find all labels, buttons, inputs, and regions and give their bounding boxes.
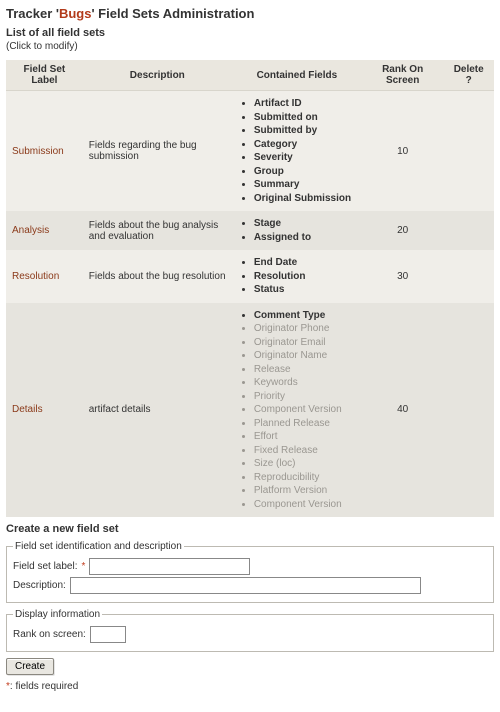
table-row: Submission Fields regarding the bug submi… — [6, 91, 494, 212]
field-item: Original Submission — [254, 192, 356, 206]
col-contained: Contained Fields — [232, 60, 362, 91]
row-label-cell: Resolution — [6, 250, 83, 303]
row-rank: 10 — [362, 91, 444, 212]
row-delete — [443, 91, 494, 212]
table-row: Resolution Fields about the bug resolutio… — [6, 250, 494, 303]
label-description: Description: — [13, 580, 66, 591]
row-label-cell: Details — [6, 303, 83, 518]
row-label-link[interactable]: Analysis — [12, 225, 49, 236]
fieldset-label-input[interactable] — [89, 558, 250, 575]
label-rank: Rank on screen: — [13, 629, 86, 640]
field-item: Keywords — [254, 376, 356, 390]
row-desc: Fields about the bug analysis and evalua… — [83, 211, 232, 250]
row-delete — [443, 303, 494, 518]
row-contained: Comment TypeOriginator PhoneOriginator E… — [232, 303, 362, 518]
field-item: Effort — [254, 430, 356, 444]
description-input[interactable] — [70, 577, 421, 594]
create-heading: Create a new field set — [6, 523, 494, 535]
fieldset-identification: Field set identification and description… — [6, 541, 494, 603]
field-item: Status — [254, 283, 356, 297]
col-rank: Rank On Screen — [362, 60, 444, 91]
field-item: Assigned to — [254, 231, 356, 245]
field-item: Summary — [254, 178, 356, 192]
field-item: Priority — [254, 390, 356, 404]
title-prefix: Tracker ' — [6, 6, 59, 21]
row-label-link[interactable]: Resolution — [12, 271, 59, 282]
field-item: Originator Phone — [254, 322, 356, 336]
field-item: Fixed Release — [254, 444, 356, 458]
col-delete: Delete ? — [443, 60, 494, 91]
required-marker: * — [81, 561, 85, 572]
field-item: End Date — [254, 256, 356, 270]
field-item: Artifact ID — [254, 97, 356, 111]
row-label-link[interactable]: Details — [12, 404, 43, 415]
field-item: Submitted by — [254, 124, 356, 138]
field-item: Severity — [254, 151, 356, 165]
field-list: Comment TypeOriginator PhoneOriginator E… — [254, 309, 356, 512]
row-contained: Artifact IDSubmitted onSubmitted byCateg… — [232, 91, 362, 212]
col-desc: Description — [83, 60, 232, 91]
field-item: Category — [254, 138, 356, 152]
fieldset-display-legend: Display information — [13, 609, 102, 620]
field-list: Artifact IDSubmitted onSubmitted byCateg… — [254, 97, 356, 205]
field-item: Size (loc) — [254, 457, 356, 471]
row-rank: 30 — [362, 250, 444, 303]
row-label-link[interactable]: Submission — [12, 146, 64, 157]
row-desc: Fields regarding the bug submission — [83, 91, 232, 212]
click-hint: (Click to modify) — [6, 41, 494, 52]
row-label-cell: Submission — [6, 91, 83, 212]
row-contained: End DateResolutionStatus — [232, 250, 362, 303]
field-item: Platform Version — [254, 484, 356, 498]
row-desc: artifact details — [83, 303, 232, 518]
rank-input[interactable] — [90, 626, 126, 643]
row-rank: 40 — [362, 303, 444, 518]
field-item: Resolution — [254, 270, 356, 284]
fieldset-display: Display information Rank on screen: — [6, 609, 494, 652]
field-item: Component Version — [254, 498, 356, 512]
field-item: Component Version — [254, 403, 356, 417]
create-button[interactable]: Create — [6, 658, 54, 675]
required-note-text: : fields required — [10, 681, 78, 692]
required-note: *: fields required — [6, 681, 494, 692]
row-delete — [443, 211, 494, 250]
label-fieldset-label: Field set label: — [13, 561, 77, 572]
title-suffix: ' Field Sets Administration — [91, 6, 254, 21]
row-label-cell: Analysis — [6, 211, 83, 250]
table-row: Analysis Fields about the bug analysis an… — [6, 211, 494, 250]
table-row: Detailsartifact detailsComment TypeOrigi… — [6, 303, 494, 518]
row-delete — [443, 250, 494, 303]
field-item: Originator Name — [254, 349, 356, 363]
row-rank: 20 — [362, 211, 444, 250]
field-item: Group — [254, 165, 356, 179]
field-item: Comment Type — [254, 309, 356, 323]
field-item: Release — [254, 363, 356, 377]
page-title: Tracker 'Bugs' Field Sets Administration — [6, 6, 494, 21]
fieldset-identification-legend: Field set identification and description — [13, 541, 184, 552]
row-contained: StageAssigned to — [232, 211, 362, 250]
row-desc: Fields about the bug resolution — [83, 250, 232, 303]
col-label: Field Set Label — [6, 60, 83, 91]
field-item: Planned Release — [254, 417, 356, 431]
field-item: Reproducibility — [254, 471, 356, 485]
field-item: Submitted on — [254, 111, 356, 125]
field-sets-table: Field Set Label Description Contained Fi… — [6, 60, 494, 517]
list-heading: List of all field sets — [6, 27, 494, 39]
field-list: End DateResolutionStatus — [254, 256, 356, 297]
title-accent: Bugs — [59, 6, 92, 21]
field-list: StageAssigned to — [254, 217, 356, 244]
field-item: Originator Email — [254, 336, 356, 350]
field-item: Stage — [254, 217, 356, 231]
